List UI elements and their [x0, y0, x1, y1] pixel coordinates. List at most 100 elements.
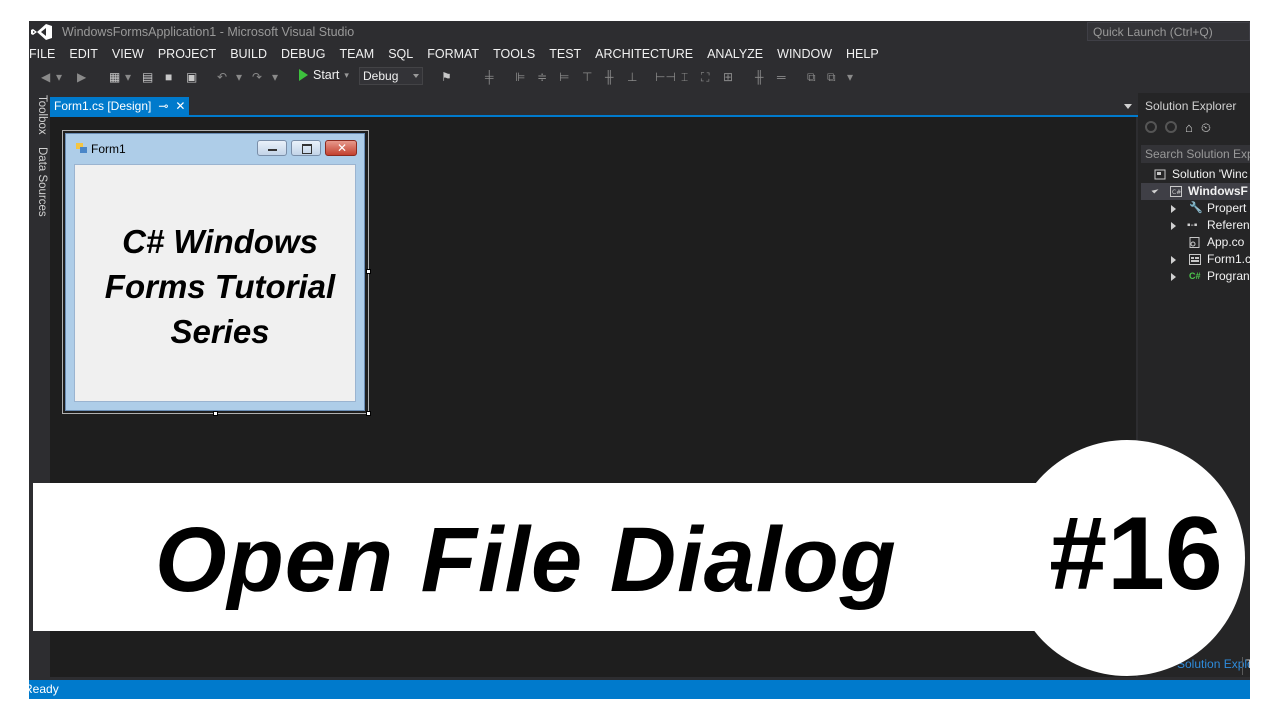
tree-item-solution[interactable]: Solution 'Winc: [1141, 166, 1250, 183]
wrench-icon: 🔧: [1189, 202, 1203, 214]
open-file-icon[interactable]: ▤: [142, 69, 153, 85]
tab-team-explorer[interactable]: T: [1242, 657, 1250, 675]
align-centers-icon[interactable]: ≑: [537, 69, 547, 85]
menu-build[interactable]: BUILD: [223, 44, 274, 64]
save-icon[interactable]: ■: [165, 69, 172, 85]
make-same-width-icon[interactable]: ⊢⊣: [655, 69, 676, 85]
form-caption: C# Windows Forms Tutorial Series: [104, 223, 336, 350]
menu-bar: FILE EDIT VIEW PROJECT BUILD DEBUG TEAM …: [29, 44, 886, 64]
solution-explorer-title: Solution Explorer: [1145, 99, 1237, 113]
tab-solution-explorer[interactable]: Solution Explorer: [1177, 657, 1250, 671]
horizontal-spacing-icon[interactable]: ╫: [755, 69, 764, 85]
forward-icon[interactable]: [1165, 121, 1177, 133]
menu-team[interactable]: TEAM: [332, 44, 381, 64]
forward-icon[interactable]: ▶: [77, 69, 86, 85]
resize-handle-bottom[interactable]: [213, 411, 218, 416]
form-file-icon: [1189, 254, 1201, 265]
collapsed-icon[interactable]: [1171, 222, 1176, 230]
menu-architecture[interactable]: ARCHITECTURE: [588, 44, 700, 64]
banner-title: Open File Dialog: [155, 509, 897, 611]
solution-configuration-select[interactable]: Debug: [359, 67, 423, 85]
toolbox-tab[interactable]: Toolbox: [29, 95, 48, 135]
save-all-icon[interactable]: ▣: [186, 69, 197, 85]
visual-studio-logo-icon: [31, 24, 52, 40]
status-text: Ready: [29, 682, 59, 696]
tree-item-program[interactable]: C# Progran: [1141, 268, 1250, 285]
new-project-dropdown-icon[interactable]: ▾: [125, 69, 131, 85]
undo-icon[interactable]: ↶: [217, 69, 227, 85]
pin-icon[interactable]: ⊸: [158, 97, 168, 115]
solution-tree: Solution 'Winc C# WindowsF 🔧 Propert ▪‑▪…: [1141, 166, 1250, 285]
tree-item-references[interactable]: ▪‑▪ Referen: [1141, 217, 1250, 234]
resize-handle-right[interactable]: [366, 269, 371, 274]
expanded-icon[interactable]: [1151, 186, 1159, 194]
status-bar: Ready: [29, 680, 1250, 699]
find-icon[interactable]: ⚑: [441, 69, 452, 85]
align-lefts-icon[interactable]: ⊫: [515, 69, 525, 85]
tab-form1-design[interactable]: Form1.cs [Design] ⊸ ✕: [50, 97, 190, 115]
form-designer-window[interactable]: Form1 ✕ C# Windows Forms Tutorial Series: [65, 133, 365, 411]
menu-project[interactable]: PROJECT: [151, 44, 223, 64]
back-icon[interactable]: [1145, 121, 1157, 133]
align-tops-icon[interactable]: ⊤: [582, 69, 592, 85]
vertical-spacing-icon[interactable]: ═: [777, 69, 786, 85]
align-middles-icon[interactable]: ╫: [605, 69, 614, 85]
references-icon: ▪‑▪: [1187, 220, 1198, 231]
align-to-grid-icon[interactable]: ╪: [485, 69, 494, 85]
solution-icon: [1154, 169, 1166, 180]
new-project-icon[interactable]: ▦: [109, 69, 120, 85]
back-icon[interactable]: ◀: [41, 69, 50, 85]
form-client-area[interactable]: C# Windows Forms Tutorial Series: [74, 164, 356, 402]
start-debugging-button[interactable]: Start ▾: [299, 68, 349, 82]
window-title: WindowsFormsApplication1 - Microsoft Vis…: [62, 25, 355, 39]
back-dropdown-icon[interactable]: ▾: [56, 69, 62, 85]
collapsed-icon[interactable]: [1171, 273, 1176, 281]
collapsed-icon[interactable]: [1171, 205, 1176, 213]
maximize-icon: [291, 140, 321, 156]
play-icon: [299, 69, 308, 81]
tree-item-project[interactable]: C# WindowsF: [1141, 183, 1250, 200]
solution-explorer-toolbar: ⌂ ⏲: [1145, 121, 1211, 137]
align-rights-icon[interactable]: ⊨: [559, 69, 569, 85]
menu-format[interactable]: FORMAT: [420, 44, 486, 64]
tree-item-app-config[interactable]: App.co: [1141, 234, 1250, 251]
resize-handle-corner[interactable]: [366, 411, 371, 416]
menu-analyze[interactable]: ANALYZE: [700, 44, 770, 64]
send-to-back-icon[interactable]: ⧉: [827, 69, 836, 85]
tree-item-form1[interactable]: Form1.c: [1141, 251, 1250, 268]
data-sources-tab[interactable]: Data Sources: [29, 147, 48, 217]
collapsed-icon[interactable]: [1171, 256, 1176, 264]
menu-sql[interactable]: SQL: [381, 44, 420, 64]
tab-list-dropdown-icon[interactable]: [1124, 104, 1132, 109]
home-icon[interactable]: ⌂: [1185, 121, 1193, 137]
csharp-project-icon: C#: [1170, 186, 1182, 197]
menu-help[interactable]: HELP: [839, 44, 886, 64]
tree-item-properties[interactable]: 🔧 Propert: [1141, 200, 1250, 217]
quick-launch-input[interactable]: Quick Launch (Ctrl+Q): [1087, 22, 1250, 41]
menu-debug[interactable]: DEBUG: [274, 44, 332, 64]
close-icon[interactable]: ✕: [175, 97, 185, 115]
make-same-height-icon[interactable]: ⌶: [681, 69, 688, 85]
bring-to-front-icon[interactable]: ⧉: [807, 69, 816, 85]
size-to-grid-icon[interactable]: ⊞: [723, 69, 733, 85]
menu-file[interactable]: FILE: [29, 44, 62, 64]
menu-view[interactable]: VIEW: [105, 44, 151, 64]
menu-tools[interactable]: TOOLS: [486, 44, 542, 64]
start-dropdown-icon[interactable]: ▾: [344, 70, 349, 81]
toolbar-overflow-icon[interactable]: ▾: [847, 69, 853, 85]
history-icon[interactable]: ⏲: [1201, 121, 1211, 137]
form-icon: [76, 143, 87, 153]
configuration-value: Debug: [363, 69, 399, 83]
redo-icon[interactable]: ↷: [252, 69, 262, 85]
form-title: Form1: [91, 142, 126, 156]
standard-toolbar: ◀ ▾ ▶ ▦ ▾ ▤ ■ ▣ ↶ ▾ ↷ ▾ Start ▾ Debug ⚑ …: [29, 66, 1250, 88]
menu-test[interactable]: TEST: [542, 44, 588, 64]
solution-search-input[interactable]: Search Solution Exp: [1141, 145, 1250, 163]
redo-dropdown-icon[interactable]: ▾: [272, 69, 278, 85]
menu-edit[interactable]: EDIT: [62, 44, 104, 64]
make-same-size-icon[interactable]: ⛶: [701, 69, 709, 85]
csharp-file-icon: C#: [1189, 271, 1201, 281]
align-bottoms-icon[interactable]: ⊥: [627, 69, 637, 85]
undo-dropdown-icon[interactable]: ▾: [236, 69, 242, 85]
menu-window[interactable]: WINDOW: [770, 44, 839, 64]
